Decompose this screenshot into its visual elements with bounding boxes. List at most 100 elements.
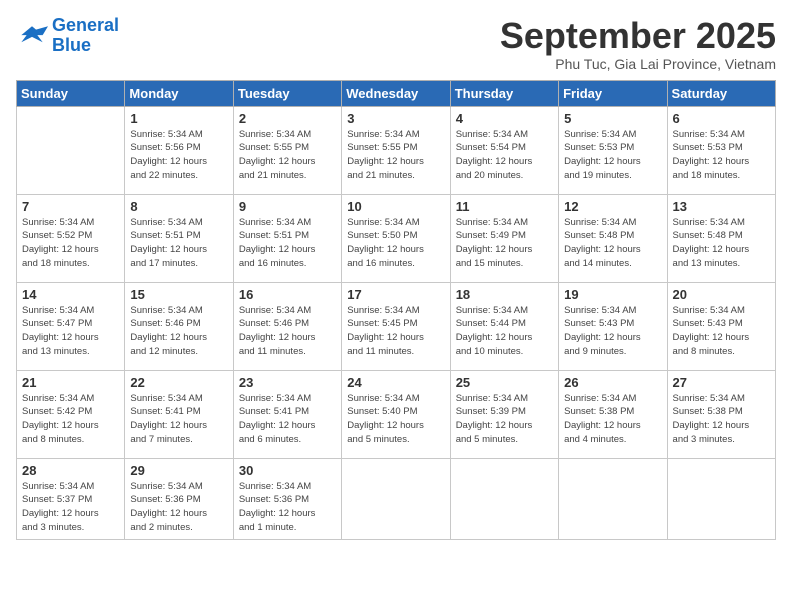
- day-cell: 19 Sunrise: 5:34 AM Sunset: 5:43 PM Dayli…: [559, 282, 667, 370]
- day-cell: 21 Sunrise: 5:34 AM Sunset: 5:42 PM Dayli…: [17, 370, 125, 458]
- day-number: 5: [564, 111, 661, 126]
- day-number: 25: [456, 375, 553, 390]
- column-header-thursday: Thursday: [450, 80, 558, 106]
- day-info: Sunrise: 5:34 AM Sunset: 5:36 PM Dayligh…: [130, 480, 227, 535]
- page-header: General Blue September 2025 Phu Tuc, Gia…: [16, 16, 776, 72]
- day-cell: 25 Sunrise: 5:34 AM Sunset: 5:39 PM Dayli…: [450, 370, 558, 458]
- day-cell: 22 Sunrise: 5:34 AM Sunset: 5:41 PM Dayli…: [125, 370, 233, 458]
- day-number: 8: [130, 199, 227, 214]
- logo: General Blue: [16, 16, 119, 56]
- day-info: Sunrise: 5:34 AM Sunset: 5:48 PM Dayligh…: [564, 216, 661, 271]
- day-info: Sunrise: 5:34 AM Sunset: 5:55 PM Dayligh…: [347, 128, 444, 183]
- day-number: 28: [22, 463, 119, 478]
- day-number: 19: [564, 287, 661, 302]
- day-info: Sunrise: 5:34 AM Sunset: 5:46 PM Dayligh…: [130, 304, 227, 359]
- day-number: 14: [22, 287, 119, 302]
- day-number: 11: [456, 199, 553, 214]
- day-info: Sunrise: 5:34 AM Sunset: 5:41 PM Dayligh…: [130, 392, 227, 447]
- day-number: 3: [347, 111, 444, 126]
- day-cell: 14 Sunrise: 5:34 AM Sunset: 5:47 PM Dayli…: [17, 282, 125, 370]
- week-row-1: 1 Sunrise: 5:34 AM Sunset: 5:56 PM Daylig…: [17, 106, 776, 194]
- day-number: 24: [347, 375, 444, 390]
- day-info: Sunrise: 5:34 AM Sunset: 5:51 PM Dayligh…: [130, 216, 227, 271]
- day-info: Sunrise: 5:34 AM Sunset: 5:43 PM Dayligh…: [564, 304, 661, 359]
- day-number: 17: [347, 287, 444, 302]
- column-header-tuesday: Tuesday: [233, 80, 341, 106]
- day-cell: 2 Sunrise: 5:34 AM Sunset: 5:55 PM Daylig…: [233, 106, 341, 194]
- day-number: 10: [347, 199, 444, 214]
- column-header-saturday: Saturday: [667, 80, 775, 106]
- day-cell: 30Sunrise: 5:34 AM Sunset: 5:36 PM Dayli…: [233, 458, 341, 539]
- day-number: 16: [239, 287, 336, 302]
- logo-text: General Blue: [52, 16, 119, 56]
- month-year-title: September 2025: [500, 16, 776, 56]
- day-cell: 28Sunrise: 5:34 AM Sunset: 5:37 PM Dayli…: [17, 458, 125, 539]
- week-row-3: 14 Sunrise: 5:34 AM Sunset: 5:47 PM Dayli…: [17, 282, 776, 370]
- column-header-sunday: Sunday: [17, 80, 125, 106]
- day-cell: 26 Sunrise: 5:34 AM Sunset: 5:38 PM Dayli…: [559, 370, 667, 458]
- day-number: 9: [239, 199, 336, 214]
- day-info: Sunrise: 5:34 AM Sunset: 5:43 PM Dayligh…: [673, 304, 770, 359]
- week-row-4: 21 Sunrise: 5:34 AM Sunset: 5:42 PM Dayli…: [17, 370, 776, 458]
- location-subtitle: Phu Tuc, Gia Lai Province, Vietnam: [500, 56, 776, 72]
- day-info: Sunrise: 5:34 AM Sunset: 5:41 PM Dayligh…: [239, 392, 336, 447]
- day-cell: 17 Sunrise: 5:34 AM Sunset: 5:45 PM Dayli…: [342, 282, 450, 370]
- week-row-2: 7 Sunrise: 5:34 AM Sunset: 5:52 PM Daylig…: [17, 194, 776, 282]
- day-number: 6: [673, 111, 770, 126]
- calendar-table: SundayMondayTuesdayWednesdayThursdayFrid…: [16, 80, 776, 540]
- day-info: Sunrise: 5:34 AM Sunset: 5:46 PM Dayligh…: [239, 304, 336, 359]
- day-cell: 3 Sunrise: 5:34 AM Sunset: 5:55 PM Daylig…: [342, 106, 450, 194]
- day-number: 1: [130, 111, 227, 126]
- day-cell: 16 Sunrise: 5:34 AM Sunset: 5:46 PM Dayli…: [233, 282, 341, 370]
- day-cell: 11Sunrise: 5:34 AM Sunset: 5:49 PM Dayli…: [450, 194, 558, 282]
- day-cell: 27 Sunrise: 5:34 AM Sunset: 5:38 PM Dayli…: [667, 370, 775, 458]
- day-number: 26: [564, 375, 661, 390]
- day-number: 7: [22, 199, 119, 214]
- day-info: Sunrise: 5:34 AM Sunset: 5:51 PM Dayligh…: [239, 216, 336, 271]
- day-info: Sunrise: 5:34 AM Sunset: 5:54 PM Dayligh…: [456, 128, 553, 183]
- day-info: Sunrise: 5:34 AM Sunset: 5:45 PM Dayligh…: [347, 304, 444, 359]
- day-info: Sunrise: 5:34 AM Sunset: 5:52 PM Dayligh…: [22, 216, 119, 271]
- day-cell: 5Sunrise: 5:34 AM Sunset: 5:53 PM Daylig…: [559, 106, 667, 194]
- day-info: Sunrise: 5:34 AM Sunset: 5:38 PM Dayligh…: [564, 392, 661, 447]
- day-number: 15: [130, 287, 227, 302]
- day-cell: [559, 458, 667, 539]
- calendar-title-block: September 2025 Phu Tuc, Gia Lai Province…: [500, 16, 776, 72]
- day-cell: 20Sunrise: 5:34 AM Sunset: 5:43 PM Dayli…: [667, 282, 775, 370]
- day-cell: 4Sunrise: 5:34 AM Sunset: 5:54 PM Daylig…: [450, 106, 558, 194]
- day-number: 27: [673, 375, 770, 390]
- day-cell: 1 Sunrise: 5:34 AM Sunset: 5:56 PM Daylig…: [125, 106, 233, 194]
- day-cell: [667, 458, 775, 539]
- day-info: Sunrise: 5:34 AM Sunset: 5:55 PM Dayligh…: [239, 128, 336, 183]
- day-info: Sunrise: 5:34 AM Sunset: 5:38 PM Dayligh…: [673, 392, 770, 447]
- day-cell: 8 Sunrise: 5:34 AM Sunset: 5:51 PM Daylig…: [125, 194, 233, 282]
- day-cell: 23Sunrise: 5:34 AM Sunset: 5:41 PM Dayli…: [233, 370, 341, 458]
- day-number: 22: [130, 375, 227, 390]
- day-info: Sunrise: 5:34 AM Sunset: 5:36 PM Dayligh…: [239, 480, 336, 535]
- logo-icon: [16, 22, 48, 50]
- day-info: Sunrise: 5:34 AM Sunset: 5:56 PM Dayligh…: [130, 128, 227, 183]
- day-info: Sunrise: 5:34 AM Sunset: 5:47 PM Dayligh…: [22, 304, 119, 359]
- calendar-header-row: SundayMondayTuesdayWednesdayThursdayFrid…: [17, 80, 776, 106]
- calendar-body: 1 Sunrise: 5:34 AM Sunset: 5:56 PM Daylig…: [17, 106, 776, 539]
- day-cell: 24Sunrise: 5:34 AM Sunset: 5:40 PM Dayli…: [342, 370, 450, 458]
- day-number: 21: [22, 375, 119, 390]
- day-cell: 15 Sunrise: 5:34 AM Sunset: 5:46 PM Dayli…: [125, 282, 233, 370]
- day-number: 29: [130, 463, 227, 478]
- day-number: 12: [564, 199, 661, 214]
- week-row-5: 28Sunrise: 5:34 AM Sunset: 5:37 PM Dayli…: [17, 458, 776, 539]
- day-cell: 6 Sunrise: 5:34 AM Sunset: 5:53 PM Daylig…: [667, 106, 775, 194]
- day-cell: 12 Sunrise: 5:34 AM Sunset: 5:48 PM Dayli…: [559, 194, 667, 282]
- day-cell: [450, 458, 558, 539]
- day-cell: 9 Sunrise: 5:34 AM Sunset: 5:51 PM Daylig…: [233, 194, 341, 282]
- day-cell: 29 Sunrise: 5:34 AM Sunset: 5:36 PM Dayli…: [125, 458, 233, 539]
- day-info: Sunrise: 5:34 AM Sunset: 5:48 PM Dayligh…: [673, 216, 770, 271]
- day-info: Sunrise: 5:34 AM Sunset: 5:42 PM Dayligh…: [22, 392, 119, 447]
- day-cell: 10Sunrise: 5:34 AM Sunset: 5:50 PM Dayli…: [342, 194, 450, 282]
- day-number: 18: [456, 287, 553, 302]
- day-number: 2: [239, 111, 336, 126]
- day-info: Sunrise: 5:34 AM Sunset: 5:53 PM Dayligh…: [673, 128, 770, 183]
- day-cell: 13Sunrise: 5:34 AM Sunset: 5:48 PM Dayli…: [667, 194, 775, 282]
- day-cell: 18Sunrise: 5:34 AM Sunset: 5:44 PM Dayli…: [450, 282, 558, 370]
- day-info: Sunrise: 5:34 AM Sunset: 5:39 PM Dayligh…: [456, 392, 553, 447]
